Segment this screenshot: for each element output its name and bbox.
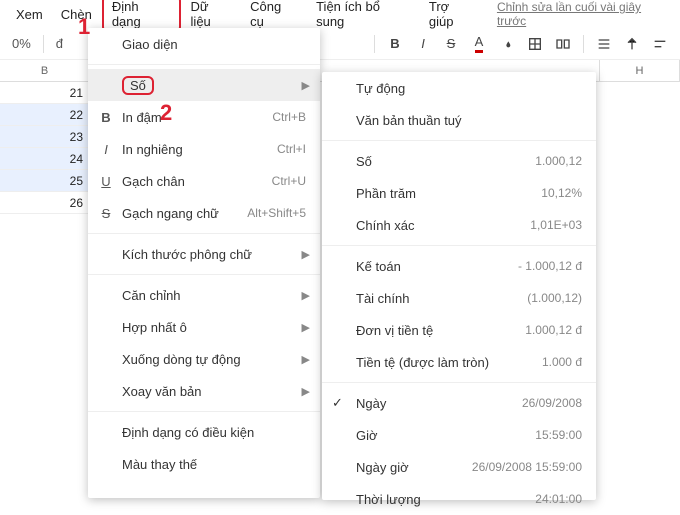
- num-tu-dong[interactable]: Tự động: [322, 72, 596, 104]
- chevron-right-icon: ▶: [302, 321, 310, 334]
- cell[interactable]: 26: [0, 192, 90, 214]
- chevron-right-icon: ▶: [302, 353, 310, 366]
- num-phan-tram[interactable]: Phần trăm10,12%: [322, 177, 596, 209]
- underline-icon: U: [98, 174, 114, 189]
- align-button[interactable]: [592, 32, 616, 56]
- separator: [322, 140, 596, 141]
- bold-icon: B: [98, 110, 114, 125]
- merge-button[interactable]: [551, 32, 575, 56]
- strikethrough-icon: S: [98, 206, 114, 221]
- num-tai-chinh[interactable]: Tài chính(1.000,12): [322, 282, 596, 314]
- num-tien-te-lam-tron[interactable]: Tiền tệ (được làm tròn)1.000 đ: [322, 346, 596, 378]
- cell[interactable]: 23: [0, 126, 90, 148]
- col-header-b[interactable]: B: [0, 60, 90, 81]
- separator: [88, 233, 320, 234]
- currency-symbol[interactable]: đ: [52, 36, 67, 51]
- menu-xoay-van-ban[interactable]: Xoay văn bản▶: [88, 375, 320, 407]
- separator: [374, 35, 375, 53]
- annotation-marker-1: 1: [78, 14, 90, 40]
- num-chinh-xac[interactable]: Chính xác1,01E+03: [322, 209, 596, 241]
- bold-button[interactable]: B: [383, 32, 407, 56]
- num-ke-toan[interactable]: Kế toán- 1.000,12 đ: [322, 250, 596, 282]
- separator: [322, 382, 596, 383]
- menu-tien-ich[interactable]: Tiện ích bổ sung: [308, 0, 419, 33]
- chevron-right-icon: ▶: [302, 289, 310, 302]
- menu-in-dam[interactable]: BIn đậmCtrl+B: [88, 101, 320, 133]
- num-gio[interactable]: Giờ15:59:00: [322, 419, 596, 451]
- menu-in-nghieng[interactable]: IIn nghiêngCtrl+I: [88, 133, 320, 165]
- zoom-value[interactable]: 0%: [8, 36, 35, 51]
- menu-dinh-dang-dk[interactable]: Định dạng có điều kiện: [88, 416, 320, 448]
- last-edit-text[interactable]: Chỉnh sửa lần cuối vài giây trước: [497, 0, 672, 28]
- fill-color-button[interactable]: [495, 32, 519, 56]
- cell[interactable]: 22: [0, 104, 90, 126]
- chevron-right-icon: ▶: [302, 248, 310, 261]
- text-color-button[interactable]: A: [467, 32, 491, 56]
- menu-gach-ngang[interactable]: SGạch ngang chữAlt+Shift+5: [88, 197, 320, 229]
- cell[interactable]: 24: [0, 148, 90, 170]
- separator: [322, 245, 596, 246]
- menu-xem[interactable]: Xem: [8, 3, 51, 26]
- menu-hop-nhat[interactable]: Hợp nhất ô▶: [88, 311, 320, 343]
- cells-column: 21 22 23 24 25 26: [0, 82, 90, 214]
- annotation-marker-2: 2: [160, 100, 172, 126]
- separator: [88, 411, 320, 412]
- num-ngay-gio[interactable]: Ngày giờ26/09/2008 15:59:00: [322, 451, 596, 483]
- wrap-button[interactable]: [648, 32, 672, 56]
- num-so[interactable]: Số1.000,12: [322, 145, 596, 177]
- separator: [88, 64, 320, 65]
- separator: [43, 35, 44, 53]
- borders-button[interactable]: [523, 32, 547, 56]
- menu-gach-chan[interactable]: UGạch chânCtrl+U: [88, 165, 320, 197]
- separator: [583, 35, 584, 53]
- menu-so[interactable]: Số▶: [88, 69, 320, 101]
- cell[interactable]: 21: [0, 82, 90, 104]
- num-ngay[interactable]: ✓Ngày26/09/2008: [322, 387, 596, 419]
- menu-giao-dien[interactable]: Giao diện: [88, 28, 320, 60]
- menubar: Xem Chèn Định dạng Dữ liệu Công cụ Tiện …: [0, 0, 680, 28]
- menu-tro-giup[interactable]: Trợ giúp: [421, 0, 485, 33]
- menu-xuong-dong[interactable]: Xuống dòng tự động▶: [88, 343, 320, 375]
- col-header-h[interactable]: H: [600, 60, 680, 81]
- separator: [88, 274, 320, 275]
- num-van-ban[interactable]: Văn bản thuần tuý: [322, 104, 596, 136]
- check-icon: ✓: [332, 395, 343, 411]
- italic-icon: I: [98, 142, 114, 157]
- num-don-vi-tien-te[interactable]: Đơn vị tiền tệ1.000,12 đ: [322, 314, 596, 346]
- valign-button[interactable]: [620, 32, 644, 56]
- menu-chen[interactable]: Chèn: [53, 3, 100, 26]
- menu-mau-thay-the[interactable]: Màu thay thế: [88, 448, 320, 480]
- format-dropdown: Giao diện Số▶ BIn đậmCtrl+B IIn nghiêngC…: [88, 28, 320, 498]
- italic-button[interactable]: I: [411, 32, 435, 56]
- chevron-right-icon: ▶: [302, 385, 310, 398]
- number-submenu: Tự động Văn bản thuần tuý Số1.000,12 Phầ…: [322, 72, 596, 500]
- cell[interactable]: 25: [0, 170, 90, 192]
- menu-can-chinh[interactable]: Căn chỉnh▶: [88, 279, 320, 311]
- chevron-right-icon: ▶: [302, 79, 310, 92]
- menu-kich-thuoc[interactable]: Kích thước phông chữ▶: [88, 238, 320, 270]
- strikethrough-button[interactable]: S: [439, 32, 463, 56]
- num-thoi-luong[interactable]: Thời lượng24:01:00: [322, 483, 596, 515]
